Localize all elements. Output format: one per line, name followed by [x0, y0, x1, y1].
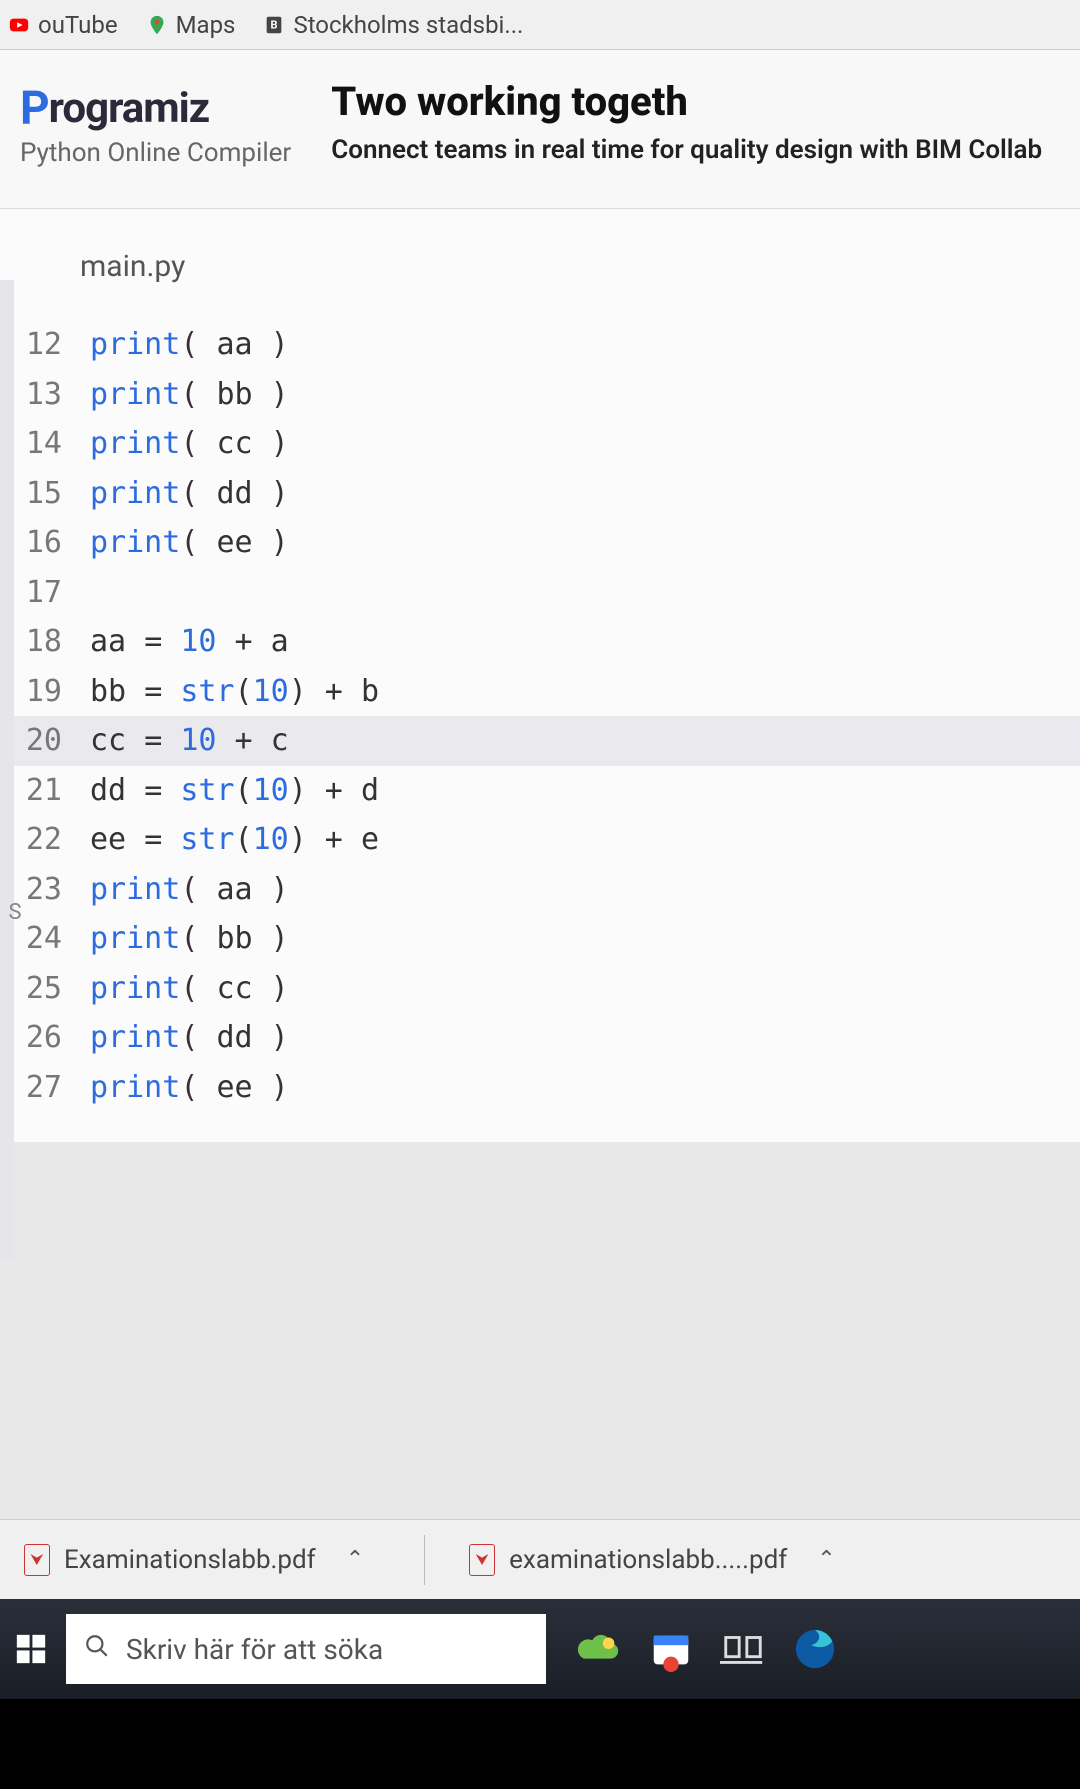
line-number: 23	[20, 865, 90, 915]
taskbar-search[interactable]: Skriv här för att söka	[66, 1614, 546, 1684]
line-number: 24	[20, 914, 90, 964]
page-header: Programiz Python Online Compiler Two wor…	[0, 50, 1080, 209]
brand-logo[interactable]: Programiz	[20, 80, 291, 134]
taskbar: Skriv här för att söka	[0, 1599, 1080, 1699]
code-line[interactable]: 18aa = 10 + a	[0, 617, 1080, 667]
bookmark-label: Maps	[176, 11, 236, 39]
code-content[interactable]: print( ee )	[90, 1063, 289, 1113]
line-number: 21	[20, 766, 90, 816]
code-line[interactable]: 16print( ee )	[0, 518, 1080, 568]
code-line[interactable]: 25print( cc )	[0, 964, 1080, 1014]
code-line[interactable]: 23print( aa )	[0, 865, 1080, 915]
bookmarks-bar: ouTube Maps B Stockholms stadsbi...	[0, 0, 1080, 50]
code-line[interactable]: 13print( bb )	[0, 370, 1080, 420]
code-editor[interactable]: main.py 12print( aa )13print( bb )14prin…	[0, 209, 1080, 1142]
line-number: 15	[20, 469, 90, 519]
code-line[interactable]: 24print( bb )	[0, 914, 1080, 964]
search-icon	[84, 1633, 110, 1666]
maps-icon	[146, 14, 168, 36]
code-content[interactable]: cc = 10 + c	[90, 716, 289, 766]
code-line[interactable]: 19bb = str(10) + b	[0, 667, 1080, 717]
line-number: 16	[20, 518, 90, 568]
task-view-icon[interactable]	[720, 1626, 766, 1672]
code-line[interactable]: 15print( dd )	[0, 469, 1080, 519]
side-tool-icons: S	[0, 900, 30, 925]
ad-subtitle: Connect teams in real time for quality d…	[331, 134, 1060, 168]
brand-letter: P	[20, 82, 49, 136]
code-content[interactable]: print( dd )	[90, 1013, 289, 1063]
left-sidebar-stub	[0, 280, 14, 1260]
line-number: 18	[20, 617, 90, 667]
filename-tab[interactable]: main.py	[0, 229, 1080, 320]
ad-title: Two working togeth	[331, 80, 1060, 124]
line-number: 27	[20, 1063, 90, 1113]
side-icon[interactable]: S	[8, 900, 21, 925]
bookmark-youtube[interactable]: ouTube	[8, 11, 118, 39]
weather-icon[interactable]	[576, 1626, 622, 1672]
line-number: 25	[20, 964, 90, 1014]
search-placeholder: Skriv här för att söka	[126, 1633, 383, 1666]
code-line[interactable]: 26print( dd )	[0, 1013, 1080, 1063]
code-content[interactable]: print( bb )	[90, 370, 289, 420]
line-number: 14	[20, 419, 90, 469]
code-content[interactable]: aa = 10 + a	[90, 617, 289, 667]
download-item-1[interactable]: ⮟ Examinationslabb.pdf ⌃	[10, 1534, 394, 1586]
download-item-2[interactable]: ⮟ examinationslabb.....pdf ⌃	[455, 1534, 866, 1586]
code-content[interactable]: print( aa )	[90, 865, 289, 915]
code-line[interactable]: 27print( ee )	[0, 1063, 1080, 1113]
bottom-bezel	[0, 1699, 1080, 1789]
line-number: 13	[20, 370, 90, 420]
svg-text:B: B	[271, 18, 278, 31]
download-label: Examinationslabb.pdf	[64, 1545, 316, 1575]
bookmark-label: ouTube	[38, 11, 118, 39]
line-number: 20	[20, 716, 90, 766]
code-line[interactable]: 21dd = str(10) + d	[0, 766, 1080, 816]
edge-icon[interactable]	[792, 1626, 838, 1672]
pdf-icon: ⮟	[24, 1544, 50, 1576]
bookmark-maps[interactable]: Maps	[146, 11, 236, 39]
line-number: 19	[20, 667, 90, 717]
code-content[interactable]: print( cc )	[90, 419, 289, 469]
code-content[interactable]: print( aa )	[90, 320, 289, 370]
code-line[interactable]: 20cc = 10 + c	[0, 716, 1080, 766]
code-line[interactable]: 14print( cc )	[0, 419, 1080, 469]
line-number: 26	[20, 1013, 90, 1063]
code-line[interactable]: 12print( aa )	[0, 320, 1080, 370]
code-content[interactable]: print( cc )	[90, 964, 289, 1014]
downloads-bar: ⮟ Examinationslabb.pdf ⌃ ⮟ examinationsl…	[0, 1519, 1080, 1599]
code-content[interactable]: dd = str(10) + d	[90, 766, 379, 816]
taskbar-icons	[576, 1626, 838, 1672]
code-content[interactable]: print( bb )	[90, 914, 289, 964]
line-number: 22	[20, 815, 90, 865]
ad-block[interactable]: Two working togeth Connect teams in real…	[321, 80, 1060, 168]
chevron-up-icon[interactable]: ⌃	[330, 1547, 380, 1572]
line-number: 17	[20, 568, 90, 618]
pdf-icon: ⮟	[469, 1544, 495, 1576]
brand-rest: rogramiz	[49, 84, 210, 133]
logo-block: Programiz Python Online Compiler	[20, 80, 321, 168]
start-button[interactable]	[6, 1624, 56, 1674]
code-content[interactable]: print( ee )	[90, 518, 289, 568]
code-content[interactable]: bb = str(10) + b	[90, 667, 379, 717]
divider	[424, 1535, 425, 1585]
code-line[interactable]: 17	[0, 568, 1080, 618]
calendar-icon[interactable]	[648, 1626, 694, 1672]
code-lines[interactable]: 12print( aa )13print( bb )14print( cc )1…	[0, 320, 1080, 1112]
brand-subtitle: Python Online Compiler	[20, 138, 291, 168]
bookmark-label: Stockholms stadsbi...	[293, 11, 523, 39]
code-line[interactable]: 22ee = str(10) + e	[0, 815, 1080, 865]
code-content[interactable]: print( dd )	[90, 469, 289, 519]
chevron-up-icon[interactable]: ⌃	[801, 1547, 851, 1572]
bookmark-stockholm[interactable]: B Stockholms stadsbi...	[263, 11, 523, 39]
download-label: examinationslabb.....pdf	[509, 1545, 787, 1575]
code-content[interactable]: ee = str(10) + e	[90, 815, 379, 865]
youtube-icon	[8, 14, 30, 36]
line-number: 12	[20, 320, 90, 370]
library-icon: B	[263, 14, 285, 36]
